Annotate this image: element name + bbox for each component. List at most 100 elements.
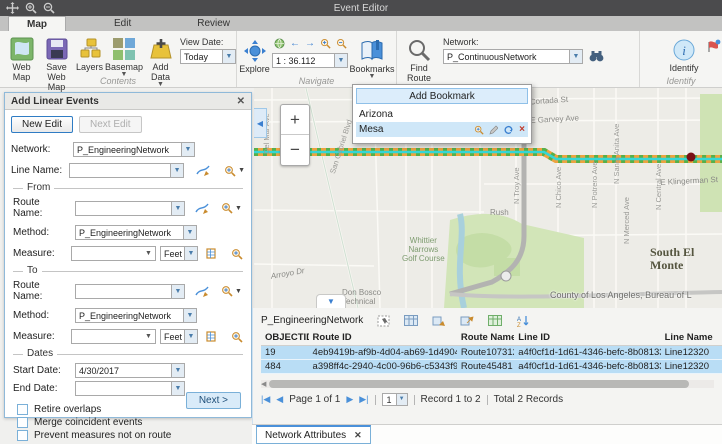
edit-bookmark-icon[interactable] bbox=[489, 125, 498, 135]
to-measure-input[interactable]: ▼ bbox=[71, 329, 156, 344]
save-web-map-button[interactable]: Save Web Map ▼ bbox=[39, 35, 74, 99]
identify-button[interactable]: i Identify bbox=[662, 35, 706, 74]
next-page-icon[interactable]: ▶ bbox=[346, 394, 353, 405]
table-header-cell[interactable]: Line Name bbox=[661, 331, 722, 345]
table-row[interactable]: 484a398ff4c-2940-4c00-96b6-c5343f9f1711R… bbox=[261, 360, 722, 374]
zoom-out-icon[interactable] bbox=[43, 2, 55, 14]
map-scale-select[interactable]: 1 : 36.112 ▼ bbox=[272, 53, 348, 68]
next-button[interactable]: Next > bbox=[186, 392, 241, 409]
bookmark-item-mesa[interactable]: Mesa × bbox=[356, 122, 528, 137]
network-select[interactable]: P_ContinuousNetwork ▼ bbox=[443, 49, 583, 64]
measure-on-map-icon[interactable] bbox=[206, 247, 219, 260]
globe-icon[interactable] bbox=[274, 38, 285, 49]
zoom-icon[interactable] bbox=[231, 248, 243, 260]
chevron-down-icon: ▼ bbox=[184, 247, 197, 260]
refresh-bookmark-icon[interactable] bbox=[503, 125, 514, 135]
table-header-cell[interactable]: OBJECTID bbox=[261, 331, 309, 345]
collapse-panel-arrow[interactable]: ◀ bbox=[254, 108, 267, 138]
flag-icon[interactable] bbox=[706, 39, 722, 58]
from-unit-select[interactable]: Feet▼ bbox=[160, 246, 198, 261]
select-route-on-map-icon[interactable] bbox=[195, 285, 209, 298]
zoom-in-icon[interactable] bbox=[320, 38, 331, 49]
zoom-in-icon[interactable] bbox=[25, 2, 37, 14]
table-horizontal-scrollbar[interactable]: ◀ bbox=[261, 380, 714, 388]
prevent-measures-checkbox[interactable]: Prevent measures not on route bbox=[17, 430, 245, 441]
prev-page-icon[interactable]: ◀ bbox=[276, 394, 283, 405]
to-unit-select[interactable]: Feet▼ bbox=[160, 329, 198, 344]
tab-network-attributes[interactable]: Network Attributes ✕ bbox=[256, 425, 371, 444]
table-options-icon[interactable] bbox=[403, 313, 419, 328]
start-date-input[interactable]: 4/30/2017▼ bbox=[75, 363, 185, 378]
binoculars-icon[interactable] bbox=[589, 50, 604, 63]
select-route-on-map-icon[interactable] bbox=[195, 202, 209, 215]
chevron-down-icon: ▼ bbox=[142, 247, 155, 260]
forward-arrow-icon[interactable]: → bbox=[305, 39, 315, 49]
pan-icon[interactable] bbox=[6, 2, 19, 14]
select-records-icon[interactable] bbox=[375, 313, 391, 328]
close-icon[interactable]: ✕ bbox=[237, 96, 245, 107]
zoom-to-selection-icon[interactable] bbox=[431, 313, 447, 328]
group-label-contents: Contents bbox=[0, 76, 236, 86]
map-zoom-in-button[interactable]: + bbox=[281, 105, 309, 135]
find-route-button[interactable]: Find Route bbox=[397, 35, 441, 84]
back-arrow-icon[interactable]: ← bbox=[290, 39, 300, 49]
zoom-icon[interactable] bbox=[231, 331, 243, 343]
new-edit-button[interactable]: New Edit bbox=[11, 116, 73, 133]
table-pager: |◀ ◀ Page 1 of 1 ▶ ▶| 1▼ Record 1 to 2 T… bbox=[253, 388, 722, 406]
table-cell: a398ff4c-2940-4c00-96b6-c5343f9f1711 bbox=[309, 360, 457, 373]
measure-on-map-icon[interactable] bbox=[206, 330, 219, 343]
select-line-on-map-icon[interactable] bbox=[196, 164, 210, 177]
table-header-row: OBJECTIDRoute IDRoute NameLine IDLine Na… bbox=[261, 331, 722, 346]
close-tab-icon[interactable]: ✕ bbox=[354, 430, 362, 441]
page-select[interactable]: 1▼ bbox=[382, 393, 408, 406]
zoom-to-bookmark-icon[interactable] bbox=[474, 125, 484, 135]
zoom-menu-icon[interactable]: ▼ bbox=[224, 165, 245, 177]
add-bookmark-button[interactable]: Add Bookmark bbox=[356, 88, 528, 104]
to-route-select[interactable]: ▼ bbox=[75, 284, 185, 299]
total-records-label: Total 2 Records bbox=[494, 394, 563, 405]
end-date-input[interactable]: ▼ bbox=[75, 381, 185, 396]
zoom-menu-icon[interactable]: ▼ bbox=[221, 202, 242, 214]
next-edit-button[interactable]: Next Edit bbox=[79, 116, 142, 133]
panel-network-select[interactable]: P_EngineeringNetwork▼ bbox=[73, 142, 195, 157]
network-label: Network: bbox=[443, 37, 611, 47]
table-source-label: P_EngineeringNetwork bbox=[261, 315, 363, 326]
table-row[interactable]: 194eb9419b-af9b-4d04-ab69-1d490476802bRo… bbox=[261, 346, 722, 360]
end-date-label: End Date: bbox=[13, 383, 71, 394]
table-header-cell[interactable]: Line ID bbox=[514, 331, 660, 345]
from-measure-input[interactable]: ▼ bbox=[71, 246, 156, 261]
group-identify: i Identify Identify bbox=[640, 31, 722, 87]
tab-edit[interactable]: Edit bbox=[96, 16, 149, 31]
view-date-select[interactable]: Today ▼ bbox=[180, 49, 236, 64]
line-name-select[interactable]: ▼ bbox=[69, 163, 184, 178]
explore-button[interactable]: Explore bbox=[237, 35, 272, 75]
measure-label: Measure: bbox=[13, 331, 67, 342]
ribbon-tabs: Map Edit Review bbox=[0, 16, 722, 31]
pan-to-selection-icon[interactable] bbox=[459, 313, 475, 328]
first-page-icon[interactable]: |◀ bbox=[261, 394, 270, 405]
merge-coincident-checkbox[interactable]: Merge coincident events bbox=[17, 417, 245, 428]
zoom-menu-icon[interactable]: ▼ bbox=[221, 285, 242, 297]
bookmark-item-arizona[interactable]: Arizona bbox=[356, 107, 528, 122]
group-find-route: Find Route Network: P_ContinuousNetwork … bbox=[397, 31, 640, 87]
bottom-tab-bar: Network Attributes ✕ bbox=[252, 424, 722, 444]
tab-map[interactable]: Map bbox=[8, 16, 66, 31]
to-method-select[interactable]: P_EngineeringNetwork▼ bbox=[75, 308, 197, 323]
from-route-select[interactable]: ▼ bbox=[75, 201, 185, 216]
map-zoom-control: + − bbox=[280, 104, 310, 166]
bookmarks-button[interactable]: Bookmarks ▼ bbox=[348, 35, 396, 81]
delete-bookmark-icon[interactable]: × bbox=[519, 122, 525, 137]
collapse-table-arrow[interactable]: ▼ bbox=[316, 294, 346, 308]
table-cell: a4f0cf1d-1d61-4346-befc-8b08133e681e bbox=[514, 360, 660, 373]
tab-review[interactable]: Review bbox=[179, 16, 248, 31]
switch-selection-icon[interactable] bbox=[487, 313, 503, 328]
map-zoom-out-button[interactable]: − bbox=[281, 135, 309, 165]
layers-button[interactable]: Layers bbox=[74, 35, 105, 73]
sort-icon[interactable]: AZ bbox=[515, 313, 531, 328]
basemap-button[interactable]: Basemap ▼ bbox=[105, 35, 143, 79]
table-header-cell[interactable]: Route Name bbox=[457, 331, 514, 345]
last-page-icon[interactable]: ▶| bbox=[359, 394, 368, 405]
zoom-out-icon[interactable] bbox=[336, 38, 347, 49]
from-method-select[interactable]: P_EngineeringNetwork▼ bbox=[75, 225, 197, 240]
table-header-cell[interactable]: Route ID bbox=[309, 331, 457, 345]
